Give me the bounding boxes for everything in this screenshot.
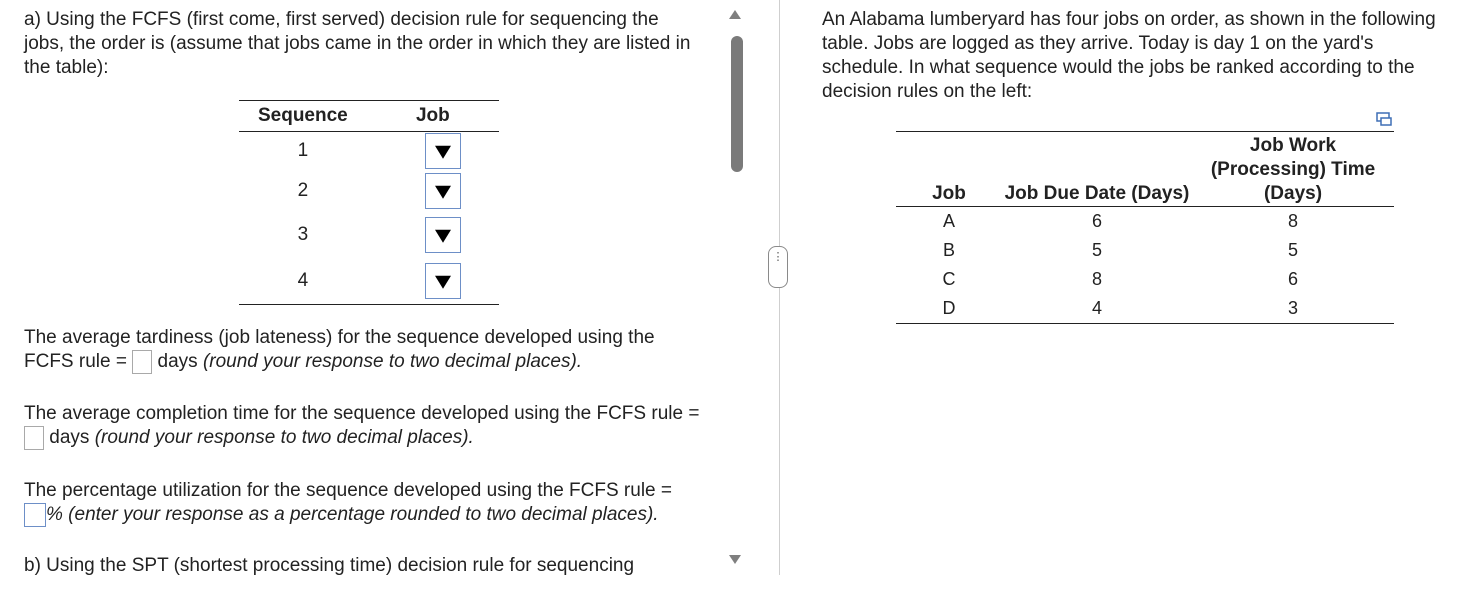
copy-table-icon[interactable]: [1376, 112, 1392, 126]
job-cell: C: [942, 269, 956, 289]
table-row: B 5 5: [896, 236, 1394, 265]
work-cell: 6: [1287, 269, 1298, 289]
due-cell: 4: [1002, 294, 1192, 324]
job-dropdown-2[interactable]: [424, 173, 461, 209]
problem-statement: An Alabama lumberyard has four jobs on o…: [822, 9, 1436, 102]
dropdown-arrow-icon: [434, 275, 451, 289]
utilization-question: The percentage utilization for the seque…: [24, 479, 704, 527]
dropdown-arrow-icon: [434, 185, 451, 199]
due-cell: 8: [1091, 269, 1102, 289]
completion-text: The average completion time for the sequ…: [24, 403, 700, 424]
tardiness-note: (round your response to two decimal plac…: [202, 351, 583, 373]
tardiness-answer-input[interactable]: [132, 350, 153, 374]
job-dropdown-4[interactable]: [424, 262, 461, 299]
completion-note: (round your response to two decimal plac…: [94, 427, 474, 449]
part-b-text: b) Using the SPT (shortest processing ti…: [24, 555, 635, 576]
work-cell: 8: [1287, 211, 1298, 231]
table-row: A 6 8: [896, 207, 1394, 237]
sequence-number: 3: [297, 224, 309, 245]
job-column-header: Job: [896, 131, 1002, 207]
table-row: C 8 6: [896, 265, 1394, 294]
due-cell: 6: [1091, 211, 1102, 231]
work-time-column-header: Job Work (Processing) Time (Days): [1192, 131, 1394, 207]
dropdown-arrow-icon: [434, 145, 451, 159]
tardiness-question: The average tardiness (job lateness) for…: [24, 326, 704, 374]
job-dropdown-3[interactable]: [424, 217, 461, 253]
completion-unit: days: [49, 427, 90, 449]
scroll-up-arrow-icon[interactable]: [729, 10, 741, 19]
utilization-text: The percentage utilization for the seque…: [24, 480, 672, 501]
scroll-down-arrow-icon[interactable]: [729, 555, 741, 564]
due-cell: 5: [1091, 240, 1102, 260]
sequence-number: 1: [297, 140, 309, 161]
sequence-header: Sequence: [239, 100, 367, 132]
sequence-number: 4: [239, 258, 367, 305]
work-cell: 5: [1287, 240, 1298, 260]
question-intro: a) Using the FCFS (first come, first ser…: [24, 9, 691, 78]
dropdown-arrow-icon: [434, 229, 451, 243]
completion-question: The average completion time for the sequ…: [24, 402, 704, 450]
sequence-table: Sequence Job 1 2 3 4: [239, 100, 499, 305]
job-cell: B: [942, 240, 955, 260]
work-cell: 3: [1192, 294, 1394, 324]
pane-splitter-handle[interactable]: ⋮: [768, 246, 788, 288]
tardiness-unit: days: [157, 351, 198, 373]
scrollbar-thumb[interactable]: [731, 36, 743, 172]
due-date-column-header: Job Due Date (Days): [1002, 131, 1192, 207]
completion-answer-input[interactable]: [24, 426, 44, 450]
job-cell: A: [942, 211, 955, 231]
table-row: D 4 3: [896, 294, 1394, 324]
job-header: Job: [366, 100, 499, 132]
ellipsis-icon: ⋮: [772, 251, 784, 263]
job-dropdown-1[interactable]: [424, 133, 461, 169]
utilization-answer-input[interactable]: [24, 503, 46, 527]
sequence-number: 2: [297, 180, 309, 201]
utilization-note: % (enter your response as a percentage r…: [46, 504, 659, 526]
job-cell: D: [896, 294, 1002, 324]
jobs-data-table: Job Job Due Date (Days) Job Work (Proces…: [896, 131, 1394, 324]
